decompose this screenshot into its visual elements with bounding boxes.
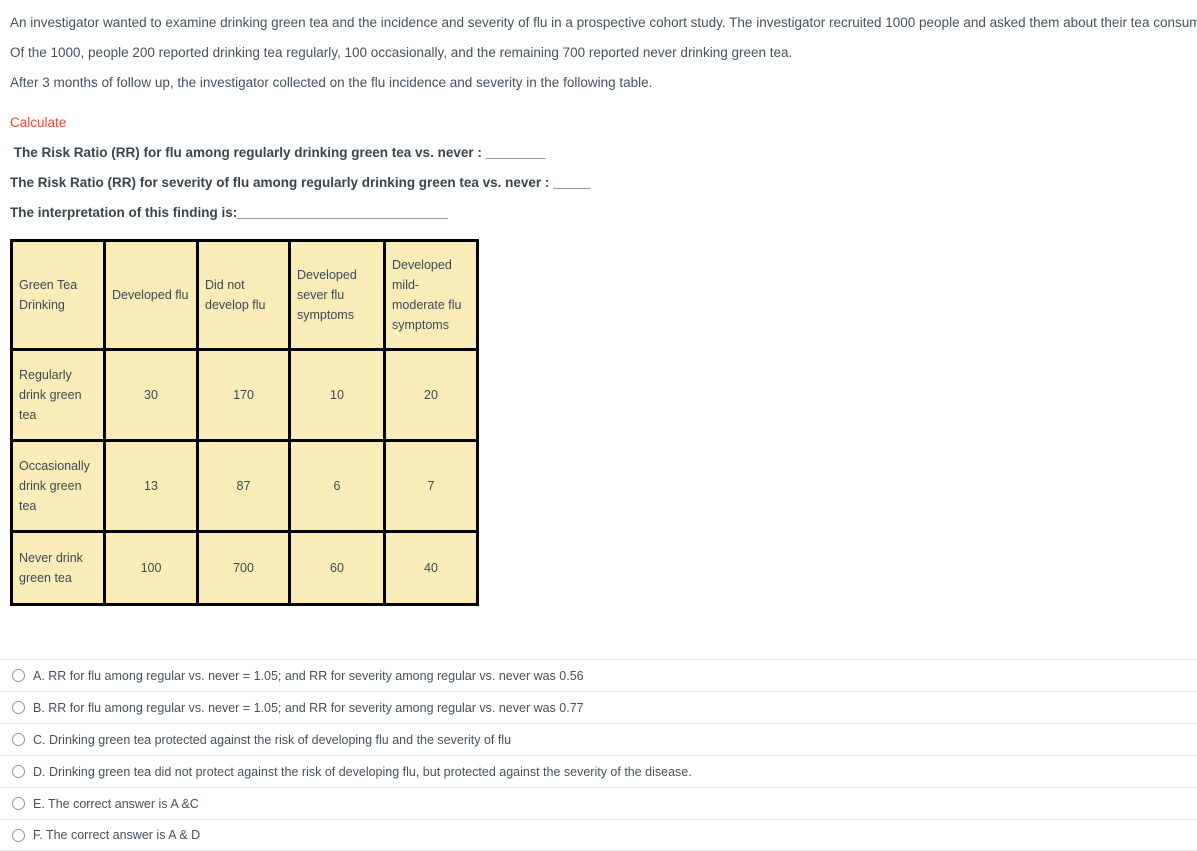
option-label-b: B. RR for flu among regular vs. never = … [33, 700, 584, 715]
radio-button-icon[interactable] [12, 765, 25, 778]
option-label-d: D. Drinking green tea did not protect ag… [33, 764, 692, 779]
cell-never-severe-symptoms: 60 [288, 530, 386, 606]
cell-regularly-mild-moderate-symptoms: 20 [383, 348, 479, 442]
option-row-f[interactable]: F. The correct answer is A & D [0, 819, 1197, 851]
cell-occasionally-mild-moderate-symptoms: 7 [383, 439, 479, 533]
calculate-heading: Calculate [10, 115, 67, 130]
intro-paragraph-2: Of the 1000, people 200 reported drinkin… [10, 45, 793, 60]
row-label-regularly: Regularly drink green tea [10, 348, 106, 442]
radio-button-icon[interactable] [12, 701, 25, 714]
radio-button-icon[interactable] [12, 797, 25, 810]
cell-never-mild-moderate-symptoms: 40 [383, 530, 479, 606]
radio-button-icon[interactable] [12, 733, 25, 746]
cell-occasionally-developed-flu: 13 [103, 439, 199, 533]
option-label-c: C. Drinking green tea protected against … [33, 732, 512, 747]
column-header-severe-symptoms: Developed sever flu symptoms [288, 239, 386, 351]
table-header-row: Green Tea Drinking Developed flu Did not… [10, 239, 479, 351]
row-label-occasionally: Occasionally drink green tea [10, 439, 106, 533]
radio-button-icon[interactable] [12, 669, 25, 682]
option-row-d[interactable]: D. Drinking green tea did not protect ag… [0, 755, 1197, 787]
radio-button-icon[interactable] [12, 828, 25, 842]
calculate-line-interpretation: The interpretation of this finding is:__… [10, 205, 448, 220]
column-header-developed-flu: Developed flu [103, 239, 199, 351]
calculate-line-risk-ratio-flu: The Risk Ratio (RR) for flu among regula… [10, 145, 546, 160]
option-row-e[interactable]: E. The correct answer is A &C [0, 787, 1197, 819]
option-label-f: F. The correct answer is A & D [33, 828, 201, 842]
option-row-b[interactable]: B. RR for flu among regular vs. never = … [0, 691, 1197, 723]
table-row: Regularly drink green tea 30 170 10 20 [10, 348, 479, 442]
cell-occasionally-severe-symptoms: 6 [288, 439, 386, 533]
calculate-line-risk-ratio-severity: The Risk Ratio (RR) for severity of flu … [10, 175, 591, 190]
table-row: Never drink green tea 100 700 60 40 [10, 530, 479, 606]
cell-regularly-did-not-develop-flu: 170 [196, 348, 291, 442]
table-row: Occasionally drink green tea 13 87 6 7 [10, 439, 479, 533]
cell-regularly-developed-flu: 30 [103, 348, 199, 442]
cell-never-developed-flu: 100 [103, 530, 199, 606]
calculate-section: Calculate The Risk Ratio (RR) for flu am… [0, 98, 1197, 228]
option-label-e: E. The correct answer is A &C [33, 796, 199, 811]
data-table-container: Green Tea Drinking Developed flu Did not… [0, 228, 1197, 606]
column-header-did-not-develop-flu: Did not develop flu [196, 239, 291, 351]
option-label-a: A. RR for flu among regular vs. never = … [33, 668, 584, 683]
cell-regularly-severe-symptoms: 10 [288, 348, 386, 442]
question-prose: An investigator wanted to examine drinki… [0, 0, 1197, 98]
cell-occasionally-did-not-develop-flu: 87 [196, 439, 291, 533]
cell-never-did-not-develop-flu: 700 [196, 530, 291, 606]
intro-paragraph-1: An investigator wanted to examine drinki… [10, 15, 1197, 30]
intro-paragraph-3: After 3 months of follow up, the investi… [10, 75, 653, 90]
answer-options-list: A. RR for flu among regular vs. never = … [0, 659, 1197, 851]
option-row-a[interactable]: A. RR for flu among regular vs. never = … [0, 659, 1197, 691]
flu-incidence-table: Green Tea Drinking Developed flu Did not… [10, 239, 479, 606]
row-label-never: Never drink green tea [10, 530, 106, 606]
column-header-mild-moderate-symptoms: Developed mild-moderate flu symptoms [383, 239, 479, 351]
option-row-c[interactable]: C. Drinking green tea protected against … [0, 723, 1197, 755]
column-header-green-tea-drinking: Green Tea Drinking [10, 239, 106, 351]
